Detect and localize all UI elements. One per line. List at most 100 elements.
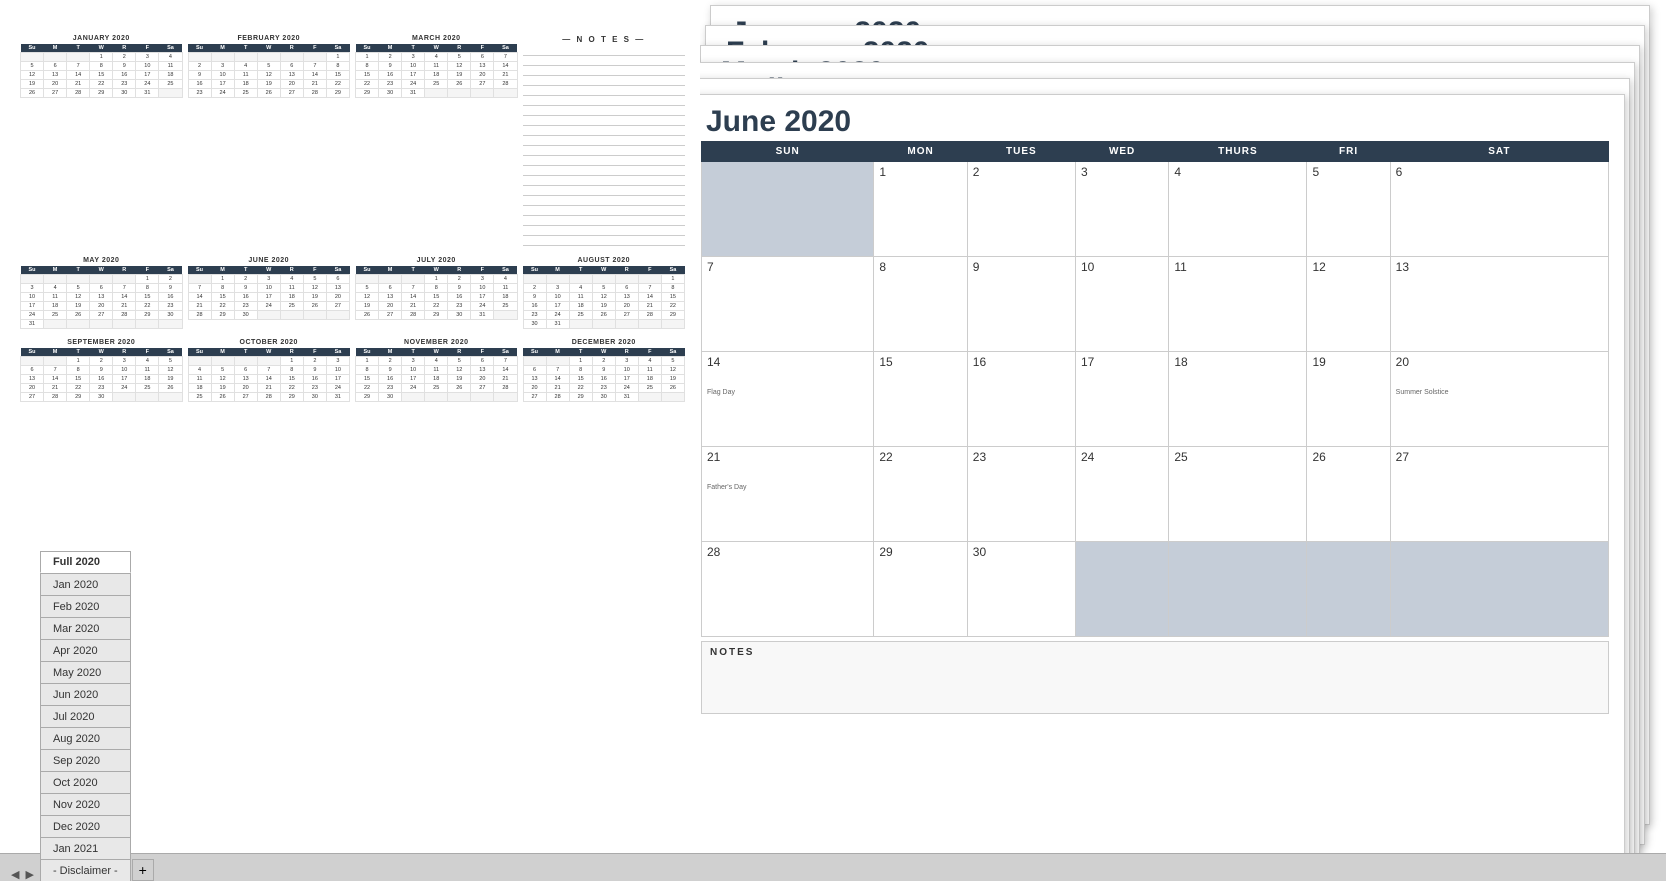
mini-cal-day: 26 xyxy=(448,80,471,89)
mini-cal-day: 17 xyxy=(546,302,569,311)
mini-cal-day: 4 xyxy=(234,62,257,71)
mini-cal-day: 3 xyxy=(402,357,425,366)
mini-cal-day: 17 xyxy=(402,71,425,80)
sheet-tab[interactable]: Mar 2020 xyxy=(40,617,131,639)
mini-cal-header: Sa xyxy=(661,348,684,357)
mini-cal-day: 18 xyxy=(638,375,661,384)
mini-cal-day: 19 xyxy=(303,293,326,302)
mini-cal-day: 10 xyxy=(402,366,425,375)
mini-cal-header: M xyxy=(44,44,67,53)
day-number: 4 xyxy=(1174,165,1301,179)
mini-cal-day: 6 xyxy=(21,366,44,375)
mini-cal-header: R xyxy=(280,44,303,53)
mini-cal-header: M xyxy=(379,266,402,275)
day-number: 11 xyxy=(1174,260,1301,274)
sheet-tab[interactable]: Nov 2020 xyxy=(40,793,131,815)
add-sheet-button[interactable]: + xyxy=(132,859,154,881)
mini-cal-day xyxy=(356,275,379,284)
mini-cal-header: T xyxy=(67,348,90,357)
mini-cal-day: 26 xyxy=(67,311,90,320)
mini-cal-june-2020: JUNE 2020SuMTWRFSa1234567891011121314151… xyxy=(188,257,351,329)
day-number: 17 xyxy=(1081,355,1163,369)
mini-cal-day: 22 xyxy=(136,302,159,311)
mini-cal-day: 18 xyxy=(234,80,257,89)
mini-cal-day: 30 xyxy=(303,393,326,402)
sheet-tab[interactable]: Full 2020 xyxy=(40,551,131,573)
notes-line xyxy=(523,197,686,206)
tab-prev[interactable]: ◀ xyxy=(8,868,22,881)
mini-cal-day: 16 xyxy=(523,302,546,311)
right-panel: January 2020 SUNMONTUESWEDTHURSFRISAT xyxy=(700,0,1666,853)
mini-cal-header: Sa xyxy=(661,266,684,275)
mini-cal-day: 2 xyxy=(188,62,211,71)
notes-line xyxy=(523,147,686,156)
sheet-tab[interactable]: Dec 2020 xyxy=(40,815,131,837)
mini-cal-day: 13 xyxy=(280,71,303,80)
mini-cal-day: 24 xyxy=(21,311,44,320)
mini-cal-day: 13 xyxy=(615,293,638,302)
mini-cal-day: 4 xyxy=(425,357,448,366)
day-number: 1 xyxy=(879,165,961,179)
notes-line xyxy=(523,47,686,56)
mini-cal-day: 30 xyxy=(379,393,402,402)
sheet-tab[interactable]: Feb 2020 xyxy=(40,595,131,617)
mini-cal-day: 6 xyxy=(280,62,303,71)
mini-cal-day: 9 xyxy=(379,62,402,71)
mini-cal-grid: SuMTWRFSa1234567891011121314151617181920… xyxy=(523,266,686,329)
jun-grid: SUN MON TUES WED THURS FRI SAT xyxy=(701,141,1609,637)
mini-cal-header: R xyxy=(113,348,136,357)
mini-cal-day xyxy=(523,275,546,284)
mini-cal-day: 1 xyxy=(136,275,159,284)
sheet-tab[interactable]: Oct 2020 xyxy=(40,771,131,793)
mini-cal-day: 8 xyxy=(425,284,448,293)
mini-cal-header: W xyxy=(425,44,448,53)
mini-cal-day: 11 xyxy=(494,284,517,293)
mini-cal-day: 29 xyxy=(569,393,592,402)
sheet-tab[interactable]: Jun 2020 xyxy=(40,683,131,705)
day-number: 15 xyxy=(879,355,961,369)
mini-cal-day: 3 xyxy=(113,357,136,366)
notes-line xyxy=(523,187,686,196)
mini-cal-day: 20 xyxy=(21,384,44,393)
mini-cal-header: F xyxy=(136,266,159,275)
mini-cal-day: 5 xyxy=(159,357,182,366)
mini-cal-grid: SuMTWRFSa1234567891011121314151617181920… xyxy=(355,348,518,402)
mini-cal-day: 21 xyxy=(44,384,67,393)
mini-cal-header: W xyxy=(425,266,448,275)
day-number: 20 xyxy=(1396,355,1603,369)
mini-cal-august-2020: AUGUST 2020SuMTWRFSa12345678910111213141… xyxy=(523,257,686,329)
mini-cal-day: 25 xyxy=(569,311,592,320)
mini-cal-day: 26 xyxy=(303,302,326,311)
sheet-tab[interactable]: Jan 2021 xyxy=(40,837,131,859)
mini-cal-header: Su xyxy=(356,44,379,53)
mini-cal-day: 24 xyxy=(546,311,569,320)
mini-cal-title: MARCH 2020 xyxy=(355,35,518,42)
sheet-tab[interactable]: Jan 2020 xyxy=(40,573,131,595)
mini-cal-day: 14 xyxy=(303,71,326,80)
mini-cal-day: 11 xyxy=(425,366,448,375)
tab-next[interactable]: ▶ xyxy=(22,868,36,881)
mini-cal-day: 11 xyxy=(425,62,448,71)
jun-notes-label: NOTES xyxy=(710,647,1600,658)
sheet-tab[interactable]: Jul 2020 xyxy=(40,705,131,727)
mini-cal-header: Su xyxy=(356,348,379,357)
mini-cal-day: 11 xyxy=(159,62,182,71)
mini-cal-header: Su xyxy=(21,44,44,53)
mini-cal-header: F xyxy=(303,348,326,357)
mini-cal-day: 4 xyxy=(425,53,448,62)
sheet-tab[interactable]: Sep 2020 xyxy=(40,749,131,771)
mini-cal-header: M xyxy=(44,266,67,275)
june-day-cell: 1 xyxy=(874,162,967,257)
mini-cal-header: F xyxy=(303,44,326,53)
mini-cal-header: R xyxy=(448,266,471,275)
sheet-tab[interactable]: - Disclaimer - xyxy=(40,859,131,881)
mini-cal-grid: SuMTWRFSa1234567891011121314151617181920… xyxy=(355,266,518,320)
mini-cal-day: 27 xyxy=(615,311,638,320)
sheet-tab[interactable]: Aug 2020 xyxy=(40,727,131,749)
mini-cal-day xyxy=(211,53,234,62)
june-day-cell: 21Father's Day xyxy=(702,447,874,542)
mini-cal-header: Su xyxy=(523,348,546,357)
mini-cal-day: 14 xyxy=(494,366,517,375)
sheet-tab[interactable]: May 2020 xyxy=(40,661,131,683)
sheet-tab[interactable]: Apr 2020 xyxy=(40,639,131,661)
